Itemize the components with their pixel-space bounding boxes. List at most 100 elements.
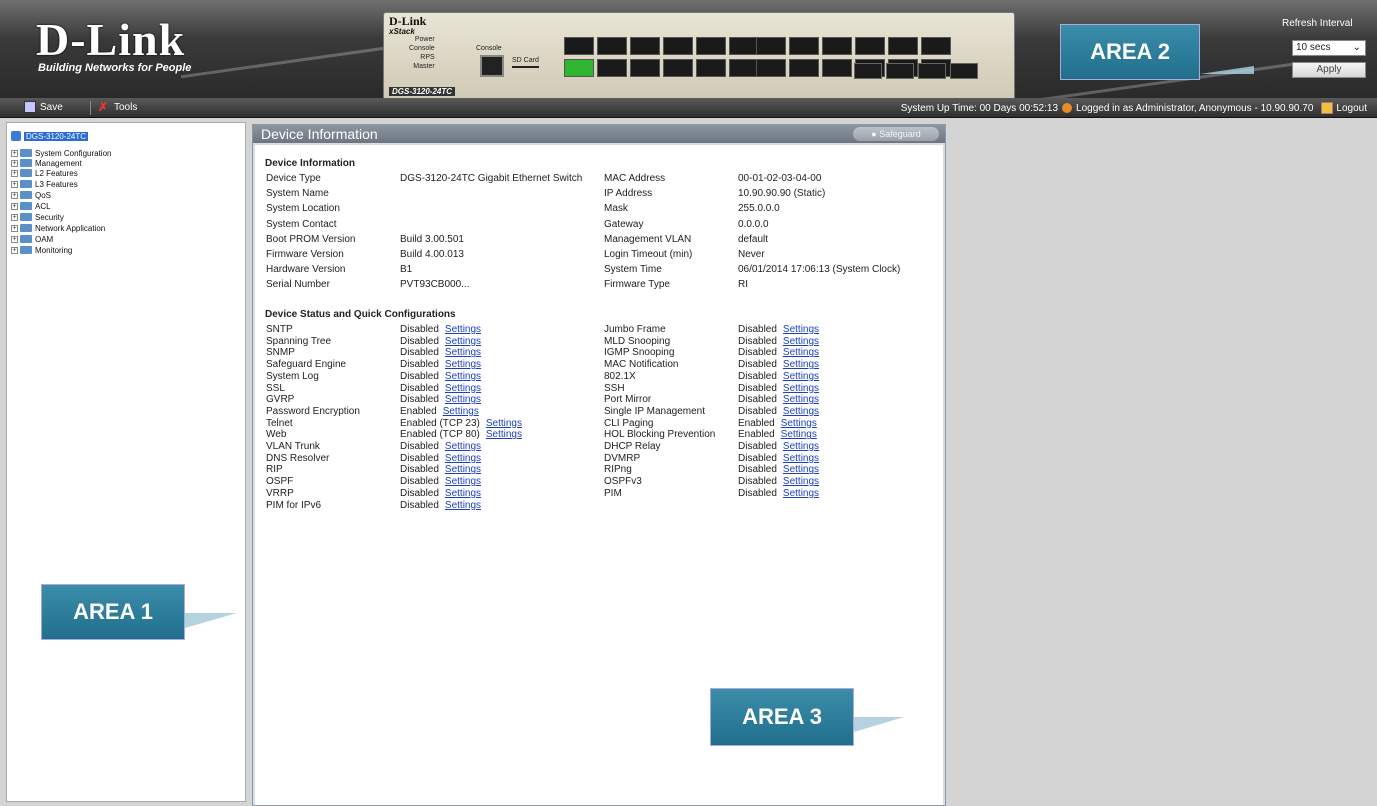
settings-link[interactable]: Settings xyxy=(443,406,479,417)
safeguard-button[interactable]: ● Safeguard xyxy=(853,127,939,141)
tools-button[interactable]: ✗ Tools xyxy=(98,101,137,113)
port[interactable] xyxy=(696,59,726,77)
area2-callout: AREA 2 xyxy=(1060,24,1200,80)
settings-link[interactable]: Settings xyxy=(445,500,481,511)
sfp-port[interactable] xyxy=(950,63,978,79)
status-label: OSPF xyxy=(266,476,294,488)
port[interactable] xyxy=(822,37,852,55)
sidebar-item-system-configuration[interactable]: + System Configuration xyxy=(11,148,111,158)
settings-link[interactable]: Settings xyxy=(445,453,481,464)
port[interactable] xyxy=(630,59,660,77)
expand-icon[interactable]: + xyxy=(11,246,18,254)
expand-icon[interactable]: + xyxy=(11,149,18,157)
port[interactable] xyxy=(729,37,759,55)
settings-link[interactable]: Settings xyxy=(783,371,819,382)
sfp-port[interactable] xyxy=(886,63,914,79)
settings-link[interactable]: Settings xyxy=(783,359,819,370)
settings-link[interactable]: Settings xyxy=(445,464,481,475)
info-value: 00-01-02-03-04-00 xyxy=(738,173,822,184)
device-front-panel[interactable]: D-Link xStack Power Console RPS Master C… xyxy=(383,12,1015,98)
settings-link[interactable]: Settings xyxy=(445,488,481,499)
settings-link[interactable]: Settings xyxy=(783,394,819,405)
status-label: DVMRP xyxy=(604,452,641,464)
status-value: Disabled xyxy=(400,382,439,394)
settings-link[interactable]: Settings xyxy=(783,464,819,475)
port[interactable] xyxy=(564,59,594,77)
sidebar-item-l2-features[interactable]: + L2 Features xyxy=(11,168,78,178)
settings-link[interactable]: Settings xyxy=(783,324,819,335)
expand-icon[interactable]: + xyxy=(11,180,18,188)
port[interactable] xyxy=(597,59,627,77)
save-label: Save xyxy=(40,101,63,113)
expand-icon[interactable]: + xyxy=(11,213,18,221)
port[interactable] xyxy=(663,59,693,77)
port[interactable] xyxy=(564,37,594,55)
settings-link[interactable]: Settings xyxy=(783,406,819,417)
settings-link[interactable]: Settings xyxy=(781,418,817,429)
apply-button[interactable]: Apply xyxy=(1292,62,1366,78)
tree-root-device[interactable]: DGS-3120-24TC xyxy=(11,131,89,141)
port[interactable] xyxy=(756,37,786,55)
port[interactable] xyxy=(696,37,726,55)
expand-icon[interactable]: + xyxy=(11,191,18,199)
info-value: 0.0.0.0 xyxy=(738,218,769,230)
expand-icon[interactable]: + xyxy=(11,159,18,167)
sidebar-item-l3-features[interactable]: + L3 Features xyxy=(11,179,78,189)
status-value-cell: Disabled Settings xyxy=(738,371,819,383)
settings-link[interactable]: Settings xyxy=(783,453,819,464)
sidebar-item-acl[interactable]: + ACL xyxy=(11,201,51,211)
tools-label: Tools xyxy=(114,101,138,113)
sfp-port[interactable] xyxy=(918,63,946,79)
settings-link[interactable]: Settings xyxy=(783,441,819,452)
settings-link[interactable]: Settings xyxy=(486,429,522,440)
expand-icon[interactable]: + xyxy=(11,202,18,210)
port[interactable] xyxy=(789,59,819,77)
port[interactable] xyxy=(921,37,951,55)
expand-icon[interactable]: + xyxy=(11,235,18,243)
settings-link[interactable]: Settings xyxy=(783,347,819,358)
info-value: RI xyxy=(738,279,748,291)
settings-link[interactable]: Settings xyxy=(445,336,481,347)
port[interactable] xyxy=(822,59,852,77)
settings-link[interactable]: Settings xyxy=(445,383,481,394)
settings-link[interactable]: Settings xyxy=(783,383,819,394)
settings-link[interactable]: Settings xyxy=(445,394,481,405)
status-value: Disabled xyxy=(738,359,777,371)
save-button[interactable]: Save xyxy=(24,101,63,113)
logout-button[interactable]: Logout xyxy=(1321,102,1367,114)
settings-link[interactable]: Settings xyxy=(783,476,819,487)
settings-link[interactable]: Settings xyxy=(445,359,481,370)
settings-link[interactable]: Settings xyxy=(445,347,481,358)
status-value: Disabled xyxy=(738,476,777,488)
status-value-cell: Disabled Settings xyxy=(400,453,481,465)
port[interactable] xyxy=(597,37,627,55)
port[interactable] xyxy=(888,37,918,55)
expand-icon[interactable]: + xyxy=(11,224,18,232)
sidebar-item-security[interactable]: + Security xyxy=(11,212,64,222)
port[interactable] xyxy=(789,37,819,55)
status-label: VRRP xyxy=(266,487,294,499)
sidebar-item-management[interactable]: + Management xyxy=(11,158,82,168)
refresh-interval-select[interactable]: 10 secs ⌄ xyxy=(1292,40,1366,56)
sidebar-item-oam[interactable]: + OAM xyxy=(11,234,53,244)
settings-link[interactable]: Settings xyxy=(783,336,819,347)
port[interactable] xyxy=(663,37,693,55)
settings-link[interactable]: Settings xyxy=(783,488,819,499)
folder-icon xyxy=(20,149,32,157)
sidebar-item-network-application[interactable]: + Network Application xyxy=(11,223,105,233)
port[interactable] xyxy=(756,59,786,77)
port[interactable] xyxy=(855,37,885,55)
expand-icon[interactable]: + xyxy=(11,169,18,177)
console-port[interactable] xyxy=(480,55,504,77)
settings-link[interactable]: Settings xyxy=(445,371,481,382)
settings-link[interactable]: Settings xyxy=(445,476,481,487)
settings-link[interactable]: Settings xyxy=(486,418,522,429)
settings-link[interactable]: Settings xyxy=(445,441,481,452)
port[interactable] xyxy=(630,37,660,55)
sfp-port[interactable] xyxy=(854,63,882,79)
sidebar-item-qos[interactable]: + QoS xyxy=(11,190,51,200)
sidebar-item-monitoring[interactable]: + Monitoring xyxy=(11,245,72,255)
settings-link[interactable]: Settings xyxy=(445,324,481,335)
settings-link[interactable]: Settings xyxy=(781,429,817,440)
port[interactable] xyxy=(729,59,759,77)
